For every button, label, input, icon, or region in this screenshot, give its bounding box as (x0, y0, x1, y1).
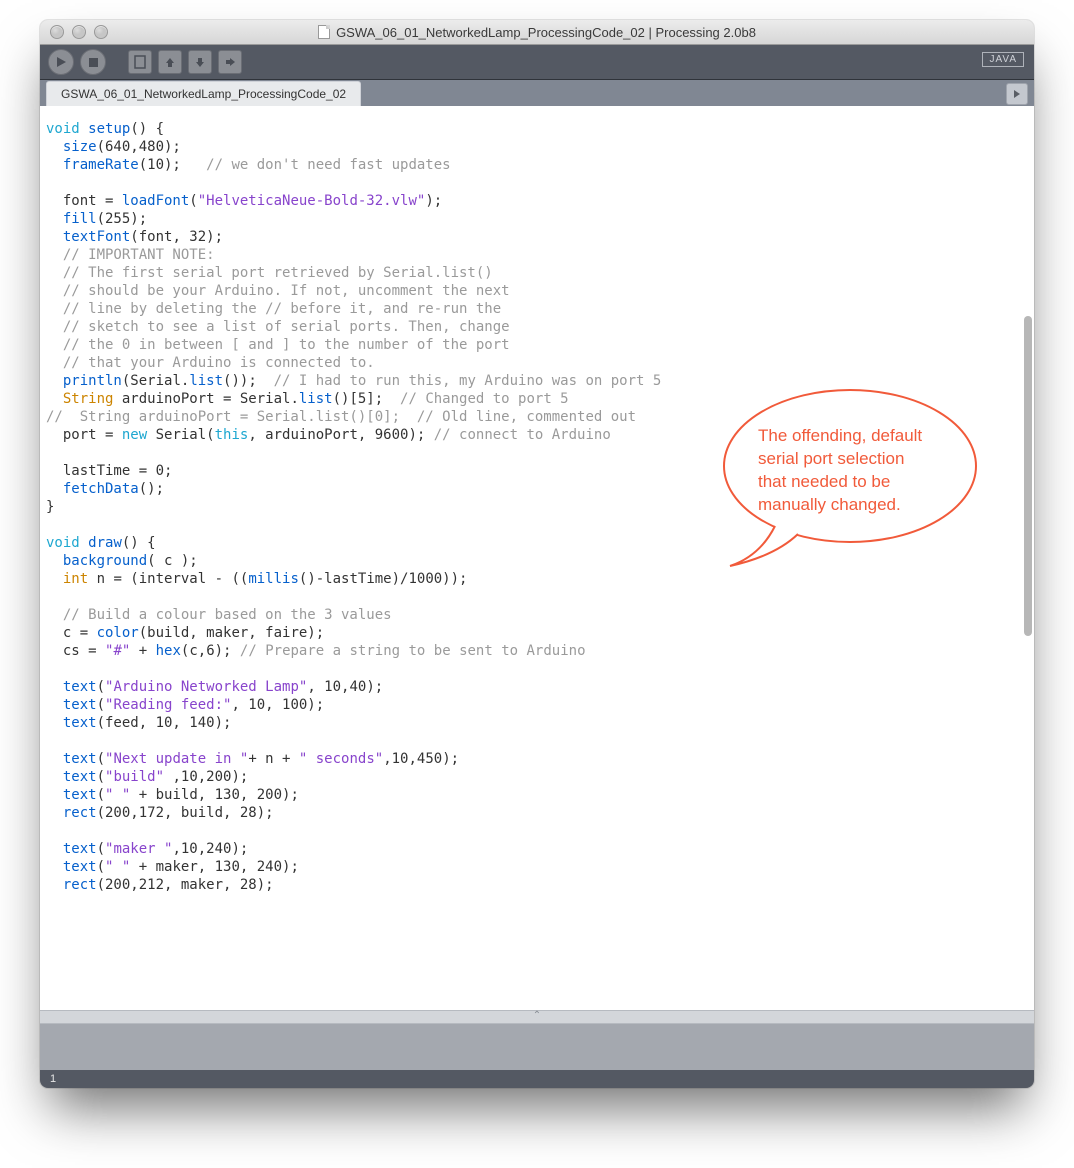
play-icon (56, 57, 66, 67)
arrow-right-icon (224, 56, 236, 68)
arrow-down-icon (194, 56, 206, 68)
window-controls (50, 25, 108, 39)
stop-button[interactable] (80, 49, 106, 75)
document-icon (318, 25, 330, 39)
tab-menu-button[interactable] (1006, 83, 1028, 105)
app-window: GSWA_06_01_NetworkedLamp_ProcessingCode_… (40, 20, 1034, 1088)
vertical-scrollbar[interactable] (1020, 106, 1034, 1010)
open-sketch-button[interactable] (158, 50, 182, 74)
window-title: GSWA_06_01_NetworkedLamp_ProcessingCode_… (336, 25, 756, 40)
sketch-tab-active[interactable]: GSWA_06_01_NetworkedLamp_ProcessingCode_… (46, 81, 361, 106)
arrow-up-icon (164, 56, 176, 68)
tab-strip: GSWA_06_01_NetworkedLamp_ProcessingCode_… (40, 80, 1034, 106)
pane-divider[interactable]: ⌃ (40, 1010, 1034, 1024)
line-number-indicator: 1 (50, 1073, 56, 1085)
close-window-button[interactable] (50, 25, 64, 39)
save-sketch-button[interactable] (188, 50, 212, 74)
editor-area: void setup() { size(640,480); frameRate(… (40, 106, 1034, 1010)
zoom-window-button[interactable] (94, 25, 108, 39)
stop-icon (89, 58, 98, 67)
export-app-button[interactable] (218, 50, 242, 74)
code-editor[interactable]: void setup() { size(640,480); frameRate(… (40, 106, 1020, 1010)
run-button[interactable] (48, 49, 74, 75)
new-file-icon (134, 55, 146, 69)
minimize-window-button[interactable] (72, 25, 86, 39)
console-output[interactable] (40, 1024, 1034, 1070)
status-bar: 1 (40, 1070, 1034, 1088)
title-bar: GSWA_06_01_NetworkedLamp_ProcessingCode_… (40, 20, 1034, 45)
toolbar: JAVA (40, 45, 1034, 80)
mode-selector[interactable]: JAVA (982, 52, 1024, 67)
chevron-right-icon (1012, 89, 1022, 99)
scrollbar-thumb[interactable] (1024, 316, 1032, 636)
new-sketch-button[interactable] (128, 50, 152, 74)
source-code: void setup() { size(640,480); frameRate(… (46, 120, 1014, 894)
